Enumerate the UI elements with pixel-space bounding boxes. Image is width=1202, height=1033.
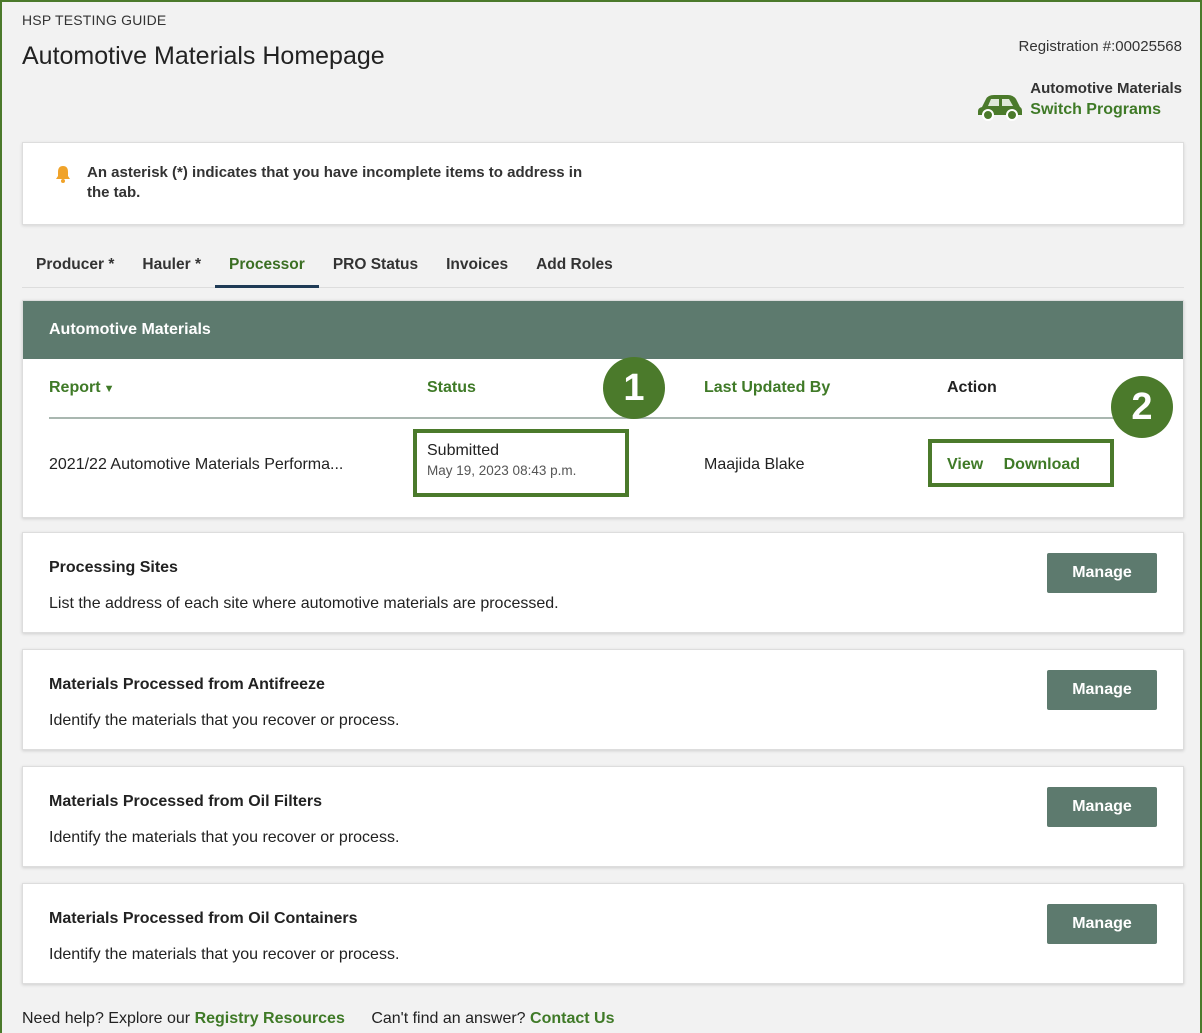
status-column-header: Status: [427, 379, 476, 396]
bell-icon: [56, 166, 70, 183]
tab-add-roles[interactable]: Add Roles: [522, 252, 627, 288]
section-description: Identify the materials that you recover …: [49, 829, 400, 846]
download-link[interactable]: Download: [1004, 456, 1080, 473]
help-text: Need help? Explore our: [22, 1010, 191, 1027]
contact-us-link[interactable]: Contact Us: [530, 1010, 614, 1027]
manage-antifreeze-button[interactable]: Manage: [1047, 670, 1157, 710]
last-updated-by: Maajida Blake: [704, 456, 805, 473]
manage-oil-containers-button[interactable]: Manage: [1047, 904, 1157, 944]
tab-producer[interactable]: Producer *: [22, 252, 128, 288]
report-column-label: Report: [49, 379, 101, 396]
report-name: 2021/22 Automotive Materials Performa...: [49, 456, 344, 473]
oil-filters-card: Materials Processed from Oil Filters Ide…: [22, 766, 1184, 867]
sort-down-icon: ▼: [103, 383, 115, 395]
callout-badge-1: 1: [603, 357, 665, 419]
report-card: Automotive Materials Report ▼ Status Last…: [22, 300, 1184, 518]
car-icon: [978, 94, 1023, 121]
help-footer: Need help? Explore our Registry Resource…: [22, 1010, 614, 1028]
antifreeze-card: Materials Processed from Antifreeze Iden…: [22, 649, 1184, 750]
notice-text: An asterisk (*) indicates that you have …: [87, 164, 583, 201]
answer-text: Can't find an answer?: [371, 1010, 526, 1027]
header-divider: [49, 417, 1159, 419]
row-actions: View Download: [947, 456, 1080, 474]
last-updated-column-header: Last Updated By: [704, 379, 831, 396]
report-status: Submitted May 19, 2023 08:43 p.m.: [427, 441, 576, 481]
manage-oil-filters-button[interactable]: Manage: [1047, 787, 1157, 827]
status-date: May 19, 2023 08:43 p.m.: [427, 463, 577, 478]
manage-processing-sites-button[interactable]: Manage: [1047, 553, 1157, 593]
role-tabs: Producer * Hauler * Processor PRO Status…: [22, 252, 1184, 288]
section-description: List the address of each site where auto…: [49, 595, 559, 612]
section-title: Materials Processed from Oil Filters: [49, 793, 322, 810]
processing-sites-card: Processing Sites List the address of eac…: [22, 532, 1184, 633]
section-title: Materials Processed from Oil Containers: [49, 910, 358, 927]
status-text: Submitted: [427, 442, 500, 459]
incomplete-items-notice: An asterisk (*) indicates that you have …: [22, 142, 1184, 225]
report-card-title: Automotive Materials: [23, 301, 1183, 359]
page-title: Automotive Materials Homepage: [22, 42, 385, 70]
registry-resources-link[interactable]: Registry Resources: [195, 1010, 345, 1027]
tab-hauler[interactable]: Hauler *: [128, 252, 215, 288]
oil-containers-card: Materials Processed from Oil Containers …: [22, 883, 1184, 984]
program-name: Automotive Materials: [1030, 80, 1182, 97]
guide-label: HSP TESTING GUIDE: [22, 12, 167, 28]
switch-programs-link[interactable]: Switch Programs: [1030, 99, 1182, 121]
section-title: Processing Sites: [49, 559, 178, 576]
view-link[interactable]: View: [947, 456, 983, 473]
tab-processor[interactable]: Processor: [214, 252, 319, 288]
tab-invoices[interactable]: Invoices: [432, 252, 522, 288]
report-column-header[interactable]: Report ▼: [49, 379, 114, 397]
callout-badge-2: 2: [1111, 376, 1173, 438]
section-description: Identify the materials that you recover …: [49, 946, 400, 963]
section-title: Materials Processed from Antifreeze: [49, 676, 325, 693]
page-frame: HSP TESTING GUIDE Automotive Materials H…: [0, 0, 1202, 1033]
section-description: Identify the materials that you recover …: [49, 712, 400, 729]
program-switcher: Automotive Materials Switch Programs: [976, 78, 1182, 121]
tab-pro-status[interactable]: PRO Status: [319, 252, 432, 288]
action-column-header: Action: [947, 379, 997, 396]
registration-number: Registration #:00025568: [1018, 38, 1182, 55]
